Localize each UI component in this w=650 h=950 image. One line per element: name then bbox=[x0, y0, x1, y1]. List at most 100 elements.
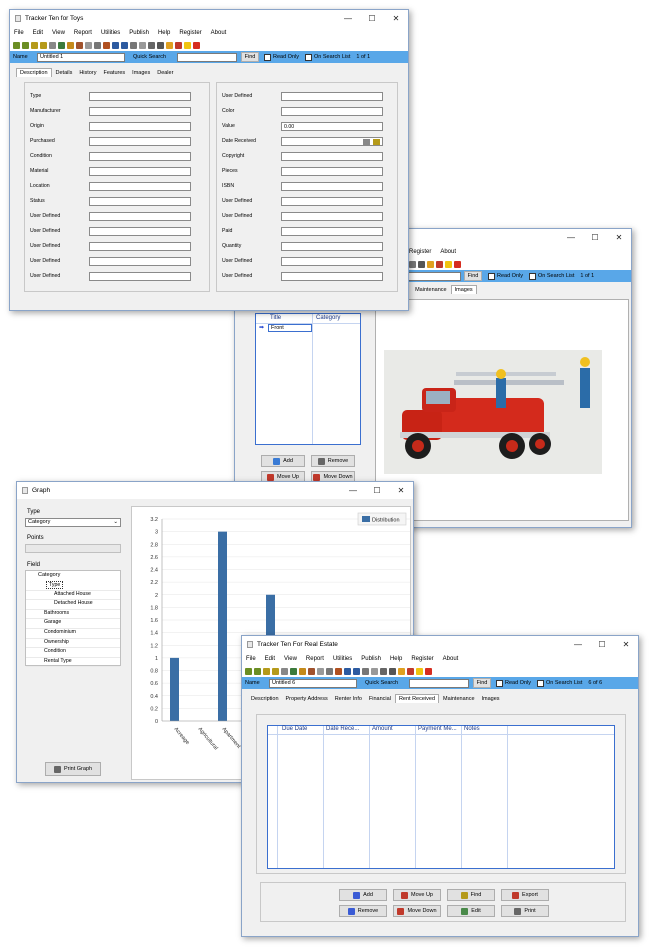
save-icon[interactable] bbox=[308, 667, 315, 675]
list-item[interactable]: Front bbox=[268, 324, 312, 332]
next-record-icon[interactable] bbox=[263, 667, 270, 675]
prev-record-icon[interactable] bbox=[22, 41, 29, 49]
field-input[interactable] bbox=[281, 167, 383, 176]
field-input[interactable] bbox=[89, 272, 191, 281]
table-icon[interactable] bbox=[344, 667, 351, 675]
read-only-checkbox[interactable] bbox=[264, 53, 271, 61]
print-button[interactable]: Print bbox=[501, 905, 549, 917]
remove-button[interactable]: Remove bbox=[339, 905, 387, 917]
calendar-icon[interactable] bbox=[363, 139, 370, 145]
maximize-button[interactable]: ☐ bbox=[583, 229, 607, 246]
menu-register[interactable]: Register bbox=[411, 656, 433, 662]
field-input[interactable] bbox=[89, 212, 191, 221]
quick-search-input[interactable] bbox=[409, 678, 469, 688]
export-button[interactable]: Export bbox=[501, 889, 549, 901]
field-input[interactable] bbox=[281, 242, 383, 251]
menu-view[interactable]: View bbox=[284, 656, 297, 662]
tree-item[interactable]: Type bbox=[46, 581, 64, 589]
column-notes[interactable]: Notes bbox=[464, 726, 480, 732]
column-payment-method[interactable]: Payment Me... bbox=[418, 726, 457, 732]
sort-icon[interactable] bbox=[49, 41, 56, 49]
help-icon[interactable] bbox=[445, 260, 452, 268]
field-input[interactable] bbox=[89, 242, 191, 251]
filter-icon[interactable] bbox=[335, 667, 342, 675]
field-input[interactable] bbox=[89, 227, 191, 236]
field-input[interactable] bbox=[89, 257, 191, 266]
maximize-button[interactable]: ☐ bbox=[590, 636, 614, 653]
menu-report[interactable]: Report bbox=[74, 30, 92, 36]
list-icon[interactable] bbox=[353, 667, 360, 675]
field-input[interactable] bbox=[281, 152, 383, 161]
field-input[interactable] bbox=[281, 107, 383, 116]
tree-item[interactable]: Garage bbox=[44, 619, 61, 625]
next-record-icon[interactable] bbox=[31, 41, 38, 49]
menu-register[interactable]: Register bbox=[179, 30, 201, 36]
check-icon[interactable] bbox=[454, 260, 461, 268]
close-button[interactable]: ✕ bbox=[614, 636, 638, 653]
column-due-date[interactable]: Due Date bbox=[282, 726, 307, 732]
maximize-button[interactable]: ☐ bbox=[365, 482, 389, 499]
new-icon[interactable] bbox=[290, 667, 297, 675]
open-icon[interactable] bbox=[299, 667, 306, 675]
tab-features[interactable]: Features bbox=[100, 69, 128, 77]
tab-description[interactable]: Description bbox=[16, 68, 52, 77]
menu-report[interactable]: Report bbox=[306, 656, 324, 662]
on-search-list-checkbox[interactable] bbox=[305, 53, 312, 61]
pen-icon[interactable] bbox=[373, 139, 380, 145]
binoculars-icon[interactable] bbox=[157, 41, 164, 49]
field-input[interactable] bbox=[281, 92, 383, 101]
tab-dealer[interactable]: Dealer bbox=[154, 69, 176, 77]
close-button[interactable]: ✕ bbox=[607, 229, 631, 246]
tab-property-address[interactable]: Property Address bbox=[283, 695, 331, 703]
export-icon[interactable] bbox=[407, 667, 414, 675]
first-record-icon[interactable] bbox=[13, 41, 20, 49]
close-button[interactable]: ✕ bbox=[389, 482, 413, 499]
print-icon[interactable] bbox=[148, 41, 155, 49]
tab-images[interactable]: Images bbox=[450, 285, 477, 294]
on-search-list-checkbox[interactable] bbox=[529, 272, 536, 280]
save-icon[interactable] bbox=[76, 41, 83, 49]
field-input[interactable] bbox=[89, 182, 191, 191]
column-date-received[interactable]: Date Rece... bbox=[326, 726, 359, 732]
binoculars-icon[interactable] bbox=[389, 667, 396, 675]
sort-icon[interactable] bbox=[281, 667, 288, 675]
tab-renter-info[interactable]: Renter Info bbox=[332, 695, 365, 703]
open-icon[interactable] bbox=[67, 41, 74, 49]
check-icon[interactable] bbox=[193, 41, 200, 49]
tree-item[interactable]: Condition bbox=[44, 648, 66, 654]
menu-edit[interactable]: Edit bbox=[33, 30, 43, 36]
minimize-button[interactable]: — bbox=[566, 636, 590, 653]
column-category[interactable]: Category bbox=[316, 315, 340, 321]
menu-help[interactable]: Help bbox=[390, 656, 402, 662]
tab-maintenance[interactable]: Maintenance bbox=[440, 695, 478, 703]
read-only-checkbox[interactable] bbox=[496, 679, 503, 687]
menu-edit[interactable]: Edit bbox=[265, 656, 275, 662]
tab-rent-received[interactable]: Rent Received bbox=[394, 694, 440, 703]
field-input[interactable] bbox=[281, 212, 383, 221]
print-icon[interactable] bbox=[409, 260, 416, 268]
field-input[interactable] bbox=[281, 137, 383, 146]
quick-search-input[interactable] bbox=[177, 52, 237, 62]
name-input[interactable]: Untitled 6 bbox=[269, 678, 357, 688]
image-icon[interactable] bbox=[427, 260, 434, 268]
field-input[interactable] bbox=[89, 167, 191, 176]
menu-file[interactable]: File bbox=[14, 30, 24, 36]
field-input[interactable]: 0.00 bbox=[281, 122, 383, 131]
duplicate-icon[interactable] bbox=[317, 667, 324, 675]
minimize-button[interactable]: — bbox=[559, 229, 583, 246]
tab-images[interactable]: Images bbox=[479, 695, 503, 703]
find-record-button[interactable]: Find bbox=[447, 889, 495, 901]
check-icon[interactable] bbox=[425, 667, 432, 675]
points-spinner[interactable] bbox=[25, 544, 121, 553]
minimize-button[interactable]: — bbox=[341, 482, 365, 499]
image-icon[interactable] bbox=[166, 41, 173, 49]
find-button[interactable]: Find bbox=[473, 678, 491, 688]
tab-details[interactable]: Details bbox=[53, 69, 76, 77]
tab-description[interactable]: Description bbox=[248, 695, 282, 703]
add-button[interactable]: Add bbox=[339, 889, 387, 901]
column-amount[interactable]: Amount bbox=[372, 726, 393, 732]
menu-publish[interactable]: Publish bbox=[361, 656, 381, 662]
find-button[interactable]: Find bbox=[464, 271, 482, 281]
image-list-grid[interactable]: Title Category ➡ Front bbox=[255, 313, 361, 445]
table-icon[interactable] bbox=[112, 41, 119, 49]
